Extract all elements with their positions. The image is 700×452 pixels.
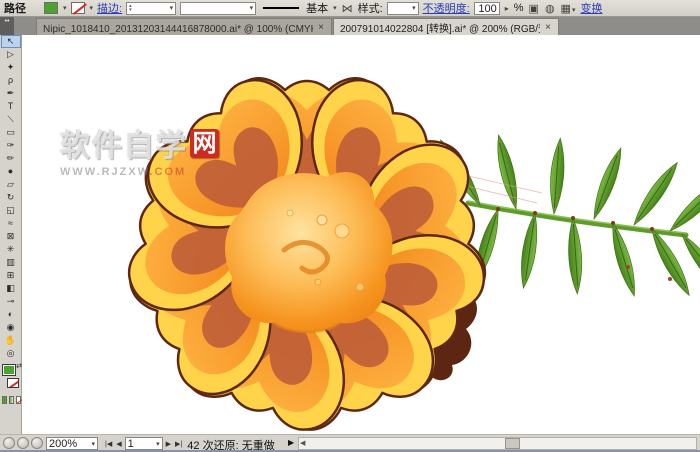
tool-zoom-tool[interactable]: ◎ [1, 347, 21, 360]
tool-direct-selection-tool[interactable]: ▷ [1, 48, 21, 61]
tool-pencil-tool[interactable]: ✏ [1, 152, 21, 165]
width-profile-combo[interactable]: ▾ [180, 2, 256, 15]
prev-page-button[interactable]: ◀ [115, 440, 122, 448]
tab-title: 200791014022804 [转换].ai* @ 200% (RGB/预览) [340, 20, 540, 35]
document-tab-active[interactable]: 200791014022804 [转换].ai* @ 200% (RGB/预览)… [333, 18, 559, 35]
tool-lasso-tool[interactable]: ρ [1, 74, 21, 87]
gradient-mode-button[interactable] [9, 396, 14, 404]
stroke-weight-dropdown-icon[interactable]: ▾ [170, 4, 174, 12]
stroke-swatch-large[interactable] [7, 378, 19, 388]
tool-paintbrush-tool[interactable]: ✑ [1, 139, 21, 152]
fill-color-swatch[interactable] [44, 2, 58, 14]
status-menu-icon[interactable]: ▶ [288, 438, 294, 447]
tool-scale-tool[interactable]: ◱ [1, 204, 21, 217]
none-mode-button[interactable] [16, 396, 21, 404]
tab-close-icon[interactable]: × [544, 22, 552, 33]
tool-type-tool[interactable]: T [1, 100, 21, 113]
style-options-icon[interactable]: ⋈ [341, 2, 354, 15]
screen-mode-full-button[interactable] [31, 437, 43, 449]
tool-pen-tool[interactable]: ✒ [1, 87, 21, 100]
paint-mode-buttons [0, 394, 21, 404]
page-number-combo[interactable]: 1 ▾ [125, 437, 163, 450]
stroke-dropdown-icon[interactable]: ▾ [90, 4, 94, 12]
fill-stroke-area: ⇄ [0, 362, 22, 394]
scrollbar-thumb[interactable] [505, 438, 520, 449]
tool-warp-tool[interactable]: ≈ [1, 217, 21, 230]
control-panel: 路径 ▾ ▾ 描边: ▴▾ ▾ ▾ 基本 ▾ ⋈ 样式: ▾ 不透明度: 100… [0, 0, 700, 17]
stroke-weight-combo[interactable]: ▴▾ ▾ [126, 2, 176, 15]
opacity-stepper-icon[interactable]: ▸ [504, 4, 510, 13]
tool-eraser-tool[interactable]: ▱ [1, 178, 21, 191]
illustrator-window: 路径 ▾ ▾ 描边: ▴▾ ▾ ▾ 基本 ▾ ⋈ 样式: ▾ 不透明度: 100… [0, 0, 700, 452]
scroll-left-icon[interactable]: ◀ [300, 439, 305, 447]
tools-panel: ↖▷✦ρ✒T⟍▭✑✏●▱↻◱≈⊠✳▥⊞◧⊸◐◉✋◎ ⇄ [0, 35, 22, 434]
tool-blend-tool[interactable]: ◐ [1, 308, 21, 321]
align-options-icon[interactable]: ▦▾ [560, 2, 577, 15]
page-number-value: 1 [128, 438, 134, 450]
artboard-canvas[interactable]: 软件自学 网 WWW.RJZXW.COM [22, 35, 700, 434]
tool-free-transform-tool[interactable]: ⊠ [1, 230, 21, 243]
tab-overflow-icon[interactable]: •• [0, 17, 14, 35]
toolbar-tools: ↖▷✦ρ✒T⟍▭✑✏●▱↻◱≈⊠✳▥⊞◧⊸◐◉✋◎ [0, 35, 21, 360]
selection-type-label: 路径 [4, 0, 26, 16]
fill-swatch-large[interactable] [2, 364, 16, 376]
flower-artwork [22, 35, 700, 434]
isolation-mode-icon[interactable]: ▣ [528, 2, 540, 15]
brush-definition-value[interactable]: 基本 [306, 0, 328, 16]
zoom-level-value: 200% [49, 438, 77, 450]
stroke-color-swatch[interactable] [71, 2, 85, 14]
artboard-navigation: |◀ ◀ 1 ▾ ▶ ▶| [104, 437, 183, 450]
color-mode-button[interactable] [2, 396, 7, 404]
brush-definition-dropdown-icon[interactable]: ▾ [333, 4, 337, 12]
tool-blob-brush-tool[interactable]: ● [1, 165, 21, 178]
style-label: 样式: [358, 0, 383, 16]
stroke-panel-link[interactable]: 描边: [97, 0, 122, 16]
width-profile-dropdown-icon[interactable]: ▾ [250, 4, 254, 12]
tool-eyedropper-tool[interactable]: ⊸ [1, 295, 21, 308]
zoom-level-combo[interactable]: 200% ▾ [46, 437, 98, 450]
tool-mesh-tool[interactable]: ⊞ [1, 269, 21, 282]
recolor-artwork-icon[interactable]: ◍ [544, 2, 556, 15]
tab-title: Nipic_1018410_20131203144416878000.ai* @… [43, 20, 313, 35]
fill-dropdown-icon[interactable]: ▾ [63, 4, 67, 12]
tool-line-segment-tool[interactable]: ⟍ [1, 113, 21, 126]
tool-symbol-sprayer-tool[interactable]: ✳ [1, 243, 21, 256]
tool-hand-tool[interactable]: ✋ [1, 334, 21, 347]
tool-rectangle-tool[interactable]: ▭ [1, 126, 21, 139]
tab-close-icon[interactable]: × [317, 22, 325, 33]
document-tab-bar: •• Nipic_1018410_20131203144416878000.ai… [0, 17, 700, 35]
screen-mode-full-menu-button[interactable] [17, 437, 29, 449]
tool-live-paint-bucket-tool[interactable]: ◉ [1, 321, 21, 334]
horizontal-scrollbar[interactable]: ◀ [298, 437, 697, 450]
tool-column-graph-tool[interactable]: ▥ [1, 256, 21, 269]
screen-mode-normal-button[interactable] [3, 437, 15, 449]
next-page-button[interactable]: ▶ [165, 440, 172, 448]
tool-rotate-tool[interactable]: ↻ [1, 191, 21, 204]
zoom-dropdown-icon[interactable]: ▾ [91, 440, 95, 448]
graphic-style-dropdown-icon[interactable]: ▾ [412, 4, 416, 12]
transform-panel-link[interactable]: 变换 [580, 0, 602, 16]
brush-stroke-preview [263, 7, 299, 9]
tool-selection-tool[interactable]: ↖ [1, 35, 21, 48]
screen-mode-buttons [3, 437, 43, 449]
tool-gradient-tool[interactable]: ◧ [1, 282, 21, 295]
stroke-weight-stepper-icon[interactable]: ▴▾ [129, 4, 132, 12]
page-dropdown-icon[interactable]: ▾ [156, 440, 160, 448]
document-tab-inactive[interactable]: Nipic_1018410_20131203144416878000.ai* @… [36, 18, 332, 35]
opacity-unit-label: % [514, 2, 524, 14]
opacity-value-input[interactable]: 100 [474, 2, 500, 15]
graphic-style-combo[interactable]: ▾ [387, 2, 419, 15]
opacity-panel-link[interactable]: 不透明度: [423, 0, 470, 16]
tool-magic-wand-tool[interactable]: ✦ [1, 61, 21, 74]
first-page-button[interactable]: |◀ [104, 440, 113, 448]
